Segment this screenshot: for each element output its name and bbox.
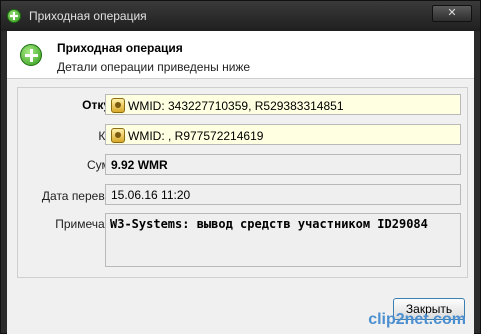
window-title: Приходная операция (29, 9, 147, 23)
watermark-text: clip2net.com (368, 311, 466, 328)
wallet-icon (111, 98, 125, 113)
plus-circle-icon (7, 9, 21, 23)
dialog-window: Приходная операция ✕ Приходная операция … (0, 0, 481, 334)
to-field[interactable]: WMID: , R977572214619 (105, 124, 461, 145)
header-subtitle: Детали операции приведены ниже (57, 60, 251, 74)
note-field[interactable]: W3-Systems: вывод средств участником ID2… (105, 213, 461, 267)
to-value: WMID: , R977572214619 (128, 129, 264, 143)
dialog-body: Приходная операция Детали операции приве… (7, 31, 474, 334)
wallet-icon (111, 128, 125, 143)
dialog-header: Приходная операция Детали операции приве… (7, 31, 474, 79)
amount-field[interactable]: 9.92 WMR (105, 154, 461, 175)
from-field[interactable]: WMID: 343227710359, R529383314851 (105, 94, 461, 115)
title-bar[interactable]: Приходная операция ✕ (1, 1, 480, 31)
header-title: Приходная операция (57, 41, 183, 55)
from-value: WMID: 343227710359, R529383314851 (128, 99, 344, 113)
window-close-button[interactable]: ✕ (432, 5, 472, 22)
plus-circle-icon (20, 44, 42, 66)
date-field[interactable]: 15.06.16 11:20 (105, 184, 461, 205)
